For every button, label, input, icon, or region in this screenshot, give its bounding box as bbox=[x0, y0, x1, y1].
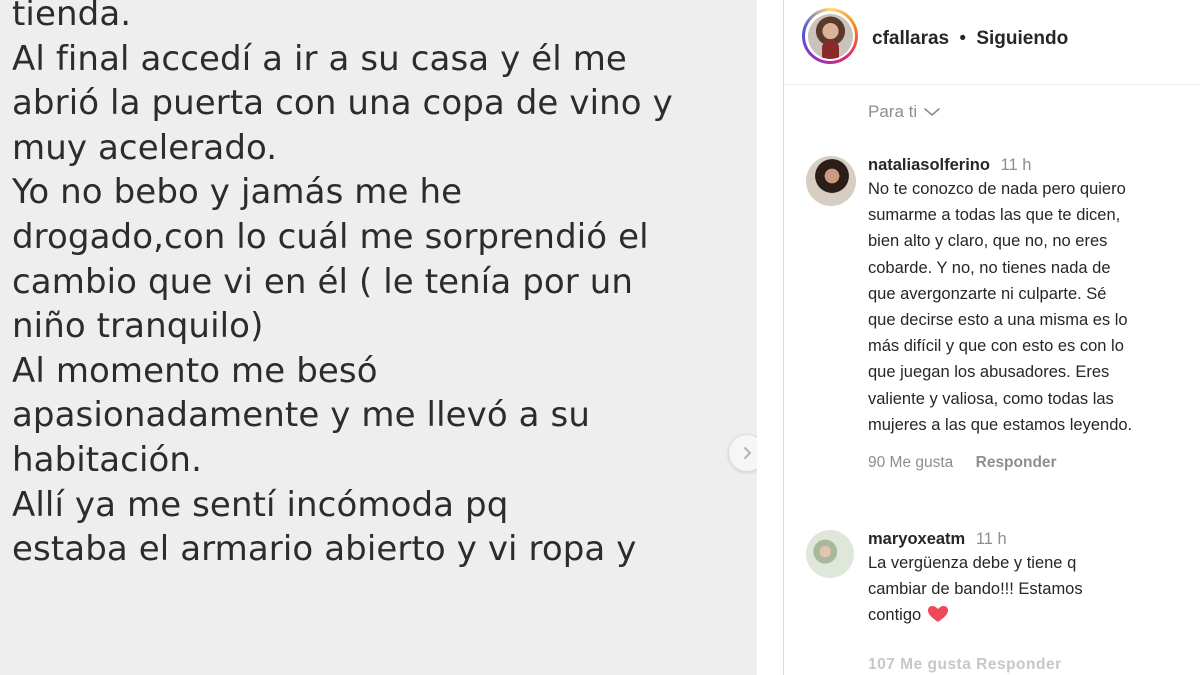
comment-time: 11 h bbox=[975, 530, 1007, 548]
post-image: tienda. Al final accedí a ir a su casa y… bbox=[0, 0, 757, 675]
image-text-line: tienda. bbox=[12, 0, 132, 34]
comment-time: 11 h bbox=[1000, 156, 1032, 174]
comment-text: No te conozco de nada pero quiero sumarm… bbox=[868, 180, 1133, 434]
red-heart-icon bbox=[928, 606, 949, 623]
chevron-right-icon bbox=[744, 447, 751, 459]
reply-button[interactable]: Responder bbox=[976, 454, 1057, 471]
image-text-line: Allí ya me sentí incómoda pq bbox=[12, 484, 509, 525]
comment-filter-label: Para ti bbox=[868, 102, 918, 121]
post-header: cfallaras • Siguiendo bbox=[784, 0, 1200, 85]
following-button[interactable]: Siguiendo bbox=[976, 28, 1068, 49]
image-text-line: estaba el armario abierto y vi ropa y bbox=[12, 529, 637, 570]
comment-meta-cutoff: 107 Me gusta Responder bbox=[868, 656, 1062, 673]
post-image-text: tienda. Al final accedí a ir a su casa y… bbox=[12, 0, 742, 572]
commenter-username[interactable]: nataliasolferino bbox=[868, 156, 990, 174]
image-text-line: drogado,con lo cuál me sorprendió el bbox=[12, 216, 649, 257]
commenter-avatar[interactable] bbox=[806, 530, 854, 578]
commenter-username[interactable]: maryoxeatm bbox=[868, 530, 965, 548]
chevron-down-icon bbox=[924, 108, 940, 116]
author-username[interactable]: cfallaras bbox=[872, 28, 949, 49]
comment-filter-dropdown[interactable]: Para ti bbox=[868, 102, 941, 122]
image-text-line: Yo no bebo y jamás me he bbox=[12, 172, 463, 213]
image-text-line: Al momento me besó bbox=[12, 350, 378, 391]
image-text-line: abrió la puerta con una copa de vino y bbox=[12, 83, 673, 124]
image-text-line: muy acelerado. bbox=[12, 127, 278, 168]
image-text-line: cambio que vi en él ( le tenía por un bbox=[12, 261, 634, 302]
image-text-line: Al final accedí a ir a su casa y él me bbox=[12, 38, 627, 79]
comment-text: La vergüenza debe y tiene q cambiar de b… bbox=[868, 554, 1083, 625]
author-info: cfallaras • Siguiendo bbox=[872, 28, 1068, 50]
comments-panel: cfallaras • Siguiendo Para ti nataliasol… bbox=[784, 0, 1200, 675]
author-avatar[interactable] bbox=[802, 8, 858, 64]
separator-dot: • bbox=[959, 28, 967, 49]
comment-likes[interactable]: 90 Me gusta bbox=[868, 454, 953, 471]
image-text-line: apasionadamente y me llevó a su bbox=[12, 395, 590, 436]
image-text-line: niño tranquilo) bbox=[12, 306, 264, 347]
commenter-avatar[interactable] bbox=[806, 156, 856, 206]
image-text-line: habitación. bbox=[12, 439, 202, 480]
